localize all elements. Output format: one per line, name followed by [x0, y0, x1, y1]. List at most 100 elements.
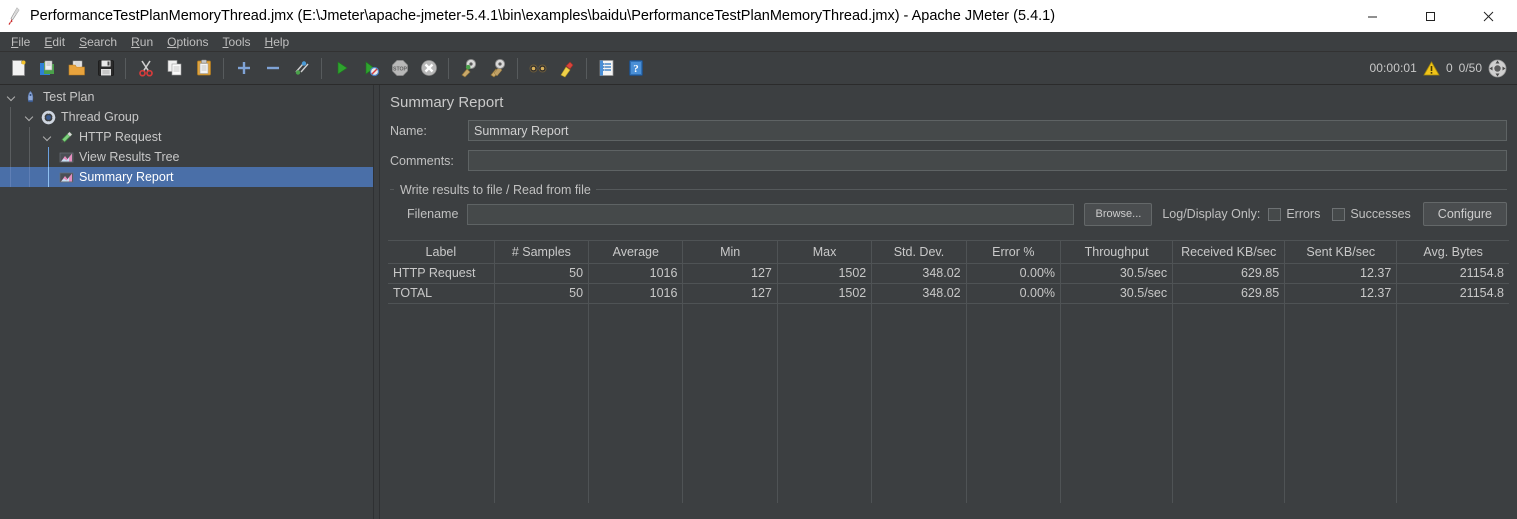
- configure-button[interactable]: Configure: [1422, 202, 1507, 226]
- tree-node-label: Summary Report: [79, 170, 174, 184]
- menu-edit-rest: dit: [52, 34, 66, 49]
- chevron-down-icon[interactable]: [20, 113, 38, 122]
- empty-cell: [1172, 423, 1286, 443]
- svg-text:?: ?: [633, 63, 639, 75]
- comments-row: Comments:: [380, 150, 1517, 171]
- empty-cell: [966, 463, 1062, 483]
- copy-icon[interactable]: [161, 55, 188, 82]
- clear-icon[interactable]: [455, 55, 482, 82]
- empty-cell: [966, 403, 1062, 423]
- collapse-all-icon[interactable]: [259, 55, 286, 82]
- start-icon[interactable]: [328, 55, 355, 82]
- warning-triangle-icon[interactable]: [1423, 60, 1440, 76]
- col-header-sent-kb[interactable]: Sent KB/sec: [1284, 241, 1398, 264]
- summary-results-table[interactable]: Label # Samples Average Min Max Std. Dev…: [388, 240, 1509, 519]
- col-header-throughput[interactable]: Throughput: [1060, 241, 1174, 264]
- empty-cell: [682, 343, 778, 363]
- pane-splitter[interactable]: [373, 85, 380, 519]
- start-no-pauses-icon[interactable]: [357, 55, 384, 82]
- empty-cell: [588, 343, 684, 363]
- expand-all-icon[interactable]: [230, 55, 257, 82]
- empty-cell: [1284, 463, 1398, 483]
- col-header-std-dev[interactable]: Std. Dev.: [871, 241, 967, 264]
- menu-run[interactable]: Run: [124, 33, 160, 51]
- cell-sent-kb: 12.37: [1284, 283, 1398, 304]
- empty-cell: [494, 483, 590, 503]
- minimize-button[interactable]: [1343, 0, 1401, 32]
- col-header-avg-bytes[interactable]: Avg. Bytes: [1396, 241, 1509, 264]
- toolbar-separator-2: [223, 57, 224, 79]
- remote-engines-icon[interactable]: [1488, 59, 1507, 78]
- cut-icon[interactable]: [132, 55, 159, 82]
- table-row[interactable]: TOTAL 50 1016 127 1502 348.02 0.00% 30.5…: [388, 283, 1509, 304]
- browse-button[interactable]: Browse...: [1084, 202, 1153, 226]
- empty-cell: [682, 443, 778, 463]
- col-header-samples[interactable]: # Samples: [494, 241, 590, 264]
- cell-throughput: 30.5/sec: [1060, 263, 1174, 284]
- col-header-average[interactable]: Average: [588, 241, 684, 264]
- successes-checkbox-box[interactable]: [1332, 207, 1346, 221]
- maximize-button[interactable]: [1401, 0, 1459, 32]
- shutdown-icon[interactable]: [415, 55, 442, 82]
- chevron-down-icon[interactable]: [38, 133, 56, 142]
- menu-help[interactable]: Help: [258, 33, 297, 51]
- col-header-label[interactable]: Label: [388, 241, 495, 264]
- col-header-received-kb[interactable]: Received KB/sec: [1172, 241, 1286, 264]
- close-button[interactable]: [1459, 0, 1517, 32]
- open-icon[interactable]: [63, 55, 90, 82]
- title-bar: PerformanceTestPlanMemoryThread.jmx (E:\…: [0, 0, 1517, 32]
- help-icon[interactable]: ?: [622, 55, 649, 82]
- function-helper-icon[interactable]: [593, 55, 620, 82]
- clear-all-icon[interactable]: [484, 55, 511, 82]
- empty-cell: [588, 363, 684, 383]
- tree-node-view-results-tree[interactable]: View Results Tree: [0, 147, 373, 167]
- toggle-icon[interactable]: [288, 55, 315, 82]
- tree-node-summary-report[interactable]: Summary Report: [0, 167, 373, 187]
- menu-file[interactable]: File: [4, 33, 37, 51]
- errors-checkbox-box[interactable]: [1268, 207, 1282, 221]
- empty-cell: [871, 303, 967, 323]
- comments-input[interactable]: [468, 150, 1507, 171]
- stop-icon[interactable]: STOP: [386, 55, 413, 82]
- cell-error-pct: 0.00%: [966, 263, 1062, 284]
- menu-options[interactable]: Options: [160, 33, 215, 51]
- name-input[interactable]: [468, 120, 1507, 141]
- menu-tools[interactable]: Tools: [216, 33, 258, 51]
- filename-label: Filename: [407, 207, 459, 221]
- new-icon[interactable]: [5, 55, 32, 82]
- comments-label: Comments:: [390, 153, 454, 168]
- empty-cell: [494, 443, 590, 463]
- search-reset-icon[interactable]: [553, 55, 580, 82]
- empty-cell: [1060, 343, 1174, 363]
- empty-cell: [1396, 383, 1509, 403]
- filename-input[interactable]: [467, 203, 1075, 225]
- empty-cell: [777, 383, 873, 403]
- empty-cell: [871, 423, 967, 443]
- save-icon[interactable]: [92, 55, 119, 82]
- chevron-down-icon[interactable]: [2, 93, 20, 102]
- col-header-min[interactable]: Min: [682, 241, 778, 264]
- empty-cell: [1396, 323, 1509, 343]
- table-empty-row: [388, 363, 1509, 383]
- empty-cell: [1172, 363, 1286, 383]
- cell-max: 1502: [777, 263, 873, 284]
- empty-cell: [966, 363, 1062, 383]
- col-header-max[interactable]: Max: [777, 241, 873, 264]
- successes-checkbox[interactable]: Successes: [1332, 207, 1411, 221]
- templates-icon[interactable]: [34, 55, 61, 82]
- tree-node-label: Test Plan: [43, 90, 95, 104]
- tree-node-thread-group[interactable]: Thread Group: [0, 107, 373, 127]
- tree-node-http-request[interactable]: HTTP Request: [0, 127, 373, 147]
- cell-received-kb: 629.85: [1172, 263, 1286, 284]
- test-plan-tree[interactable]: Test Plan Thread Group HTTP Request View…: [0, 85, 373, 519]
- menu-search[interactable]: Search: [72, 33, 124, 51]
- cell-samples: 50: [494, 283, 590, 304]
- menu-edit[interactable]: Edit: [37, 33, 72, 51]
- empty-cell: [494, 343, 590, 363]
- col-header-error-pct[interactable]: Error %: [966, 241, 1062, 264]
- table-row[interactable]: HTTP Request 50 1016 127 1502 348.02 0.0…: [388, 263, 1509, 284]
- search-icon[interactable]: [524, 55, 551, 82]
- tree-node-test-plan[interactable]: Test Plan: [0, 87, 373, 107]
- errors-checkbox[interactable]: Errors: [1268, 207, 1320, 221]
- paste-icon[interactable]: [190, 55, 217, 82]
